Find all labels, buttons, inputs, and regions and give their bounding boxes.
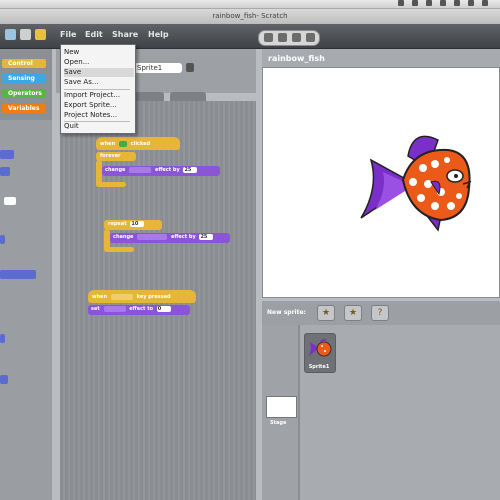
block-text: forever [100,153,121,159]
fish-sprite[interactable] [263,68,499,297]
when-flag-clicked-block[interactable]: when clicked [96,137,180,150]
block-text: change [105,167,126,173]
status-icon [412,0,418,6]
value-input[interactable]: 25 [183,166,198,173]
lock-icon[interactable] [186,63,194,72]
menu-item-quit[interactable]: Quit [64,122,134,131]
effect-dropdown[interactable] [137,233,168,240]
category-control[interactable]: Control [2,59,46,68]
green-flag-icon [118,140,127,147]
block-input[interactable] [4,197,16,205]
status-icon [482,0,488,6]
menu-item-save-as[interactable]: Save As... [64,78,134,87]
block-text: clicked [130,141,151,147]
sprite1-label: Sprite1 [308,364,330,370]
value-input[interactable]: 25 [199,233,214,240]
block-text: key pressed [136,294,171,300]
block-text: effect to [129,306,154,312]
category-variables[interactable]: Variables [2,104,46,113]
block-text: repeat [108,221,127,227]
save-icon[interactable] [20,29,31,40]
paint-new-sprite-icon[interactable]: ★ [317,305,335,321]
share-icon[interactable] [35,29,46,40]
effect-dropdown[interactable] [129,166,152,173]
delete-icon[interactable] [278,33,287,42]
block-text: when [100,141,116,147]
menu-item-project-notes[interactable]: Project Notes... [64,111,134,120]
forever-block[interactable]: forever [96,152,136,161]
menu-item-export-sprite[interactable]: Export Sprite... [64,101,134,110]
block-text: effect by [170,234,196,240]
motion-block[interactable] [0,167,10,176]
block-text: effect by [154,167,180,173]
duplicate-icon[interactable] [264,33,273,42]
os-menu-bar [0,0,500,9]
new-sprite-label: New sprite: [267,309,306,316]
repeat-block[interactable]: repeat 10 [104,220,162,230]
language-icon[interactable] [5,29,16,40]
file-menu-dropdown: New Open... Save Save As... Import Proje… [60,44,136,134]
status-icon [454,0,460,6]
menu-help[interactable]: Help [148,30,169,39]
sprite-name-field[interactable]: Sprite1 [134,63,182,73]
status-icon [440,0,446,6]
menu-file[interactable]: File [60,30,76,39]
motion-block[interactable] [0,334,5,343]
motion-block[interactable] [0,270,36,279]
tab-sounds[interactable] [170,92,206,101]
status-icon [468,0,474,6]
repeat-block-end [104,247,134,252]
menu-item-open[interactable]: Open... [64,58,134,67]
motion-block[interactable] [0,150,14,159]
category-operators[interactable]: Operators [2,89,46,98]
fish-thumbnail-icon [309,338,332,357]
grow-icon[interactable] [292,33,301,42]
motion-block[interactable] [0,235,5,244]
key-dropdown[interactable] [110,293,133,300]
repeat-count-input[interactable]: 10 [130,220,145,227]
block-text: set [91,306,100,312]
block-list [0,120,52,500]
category-sensing[interactable]: Sensing [2,74,46,83]
menu-item-new[interactable]: New [64,48,134,57]
window-title: rainbow_fish- Scratch [0,9,500,23]
shrink-icon[interactable] [306,33,315,42]
menu-edit[interactable]: Edit [85,30,103,39]
block-text: when [92,294,108,300]
effect-dropdown[interactable] [103,305,126,312]
stage-label: Stage [270,420,287,426]
change-effect-block[interactable]: change effect by 25 [110,233,230,243]
forever-block-end [96,182,126,187]
status-icon [398,0,404,6]
when-key-pressed-block[interactable]: when key pressed [88,290,196,303]
random-sprite-icon[interactable]: ? [371,305,389,321]
tab-costumes[interactable] [132,92,164,101]
choose-sprite-from-file-icon[interactable]: ★ [344,305,362,321]
change-effect-block[interactable]: change effect by 25 [102,166,220,176]
menu-item-save[interactable]: Save [64,68,134,77]
set-effect-block[interactable]: set effect to 0 [88,305,190,315]
stage-thumbnail[interactable] [266,396,297,418]
menu-item-import-project[interactable]: Import Project... [64,91,134,100]
stage-toolbar [258,30,320,46]
menu-separator [64,89,130,90]
menu-share[interactable]: Share [112,30,138,39]
block-text: change [113,234,134,240]
motion-block[interactable] [0,375,8,384]
value-input[interactable]: 0 [156,305,171,312]
stage[interactable] [262,67,500,298]
stage-title: rainbow_fish [268,54,325,63]
status-icon [426,0,432,6]
